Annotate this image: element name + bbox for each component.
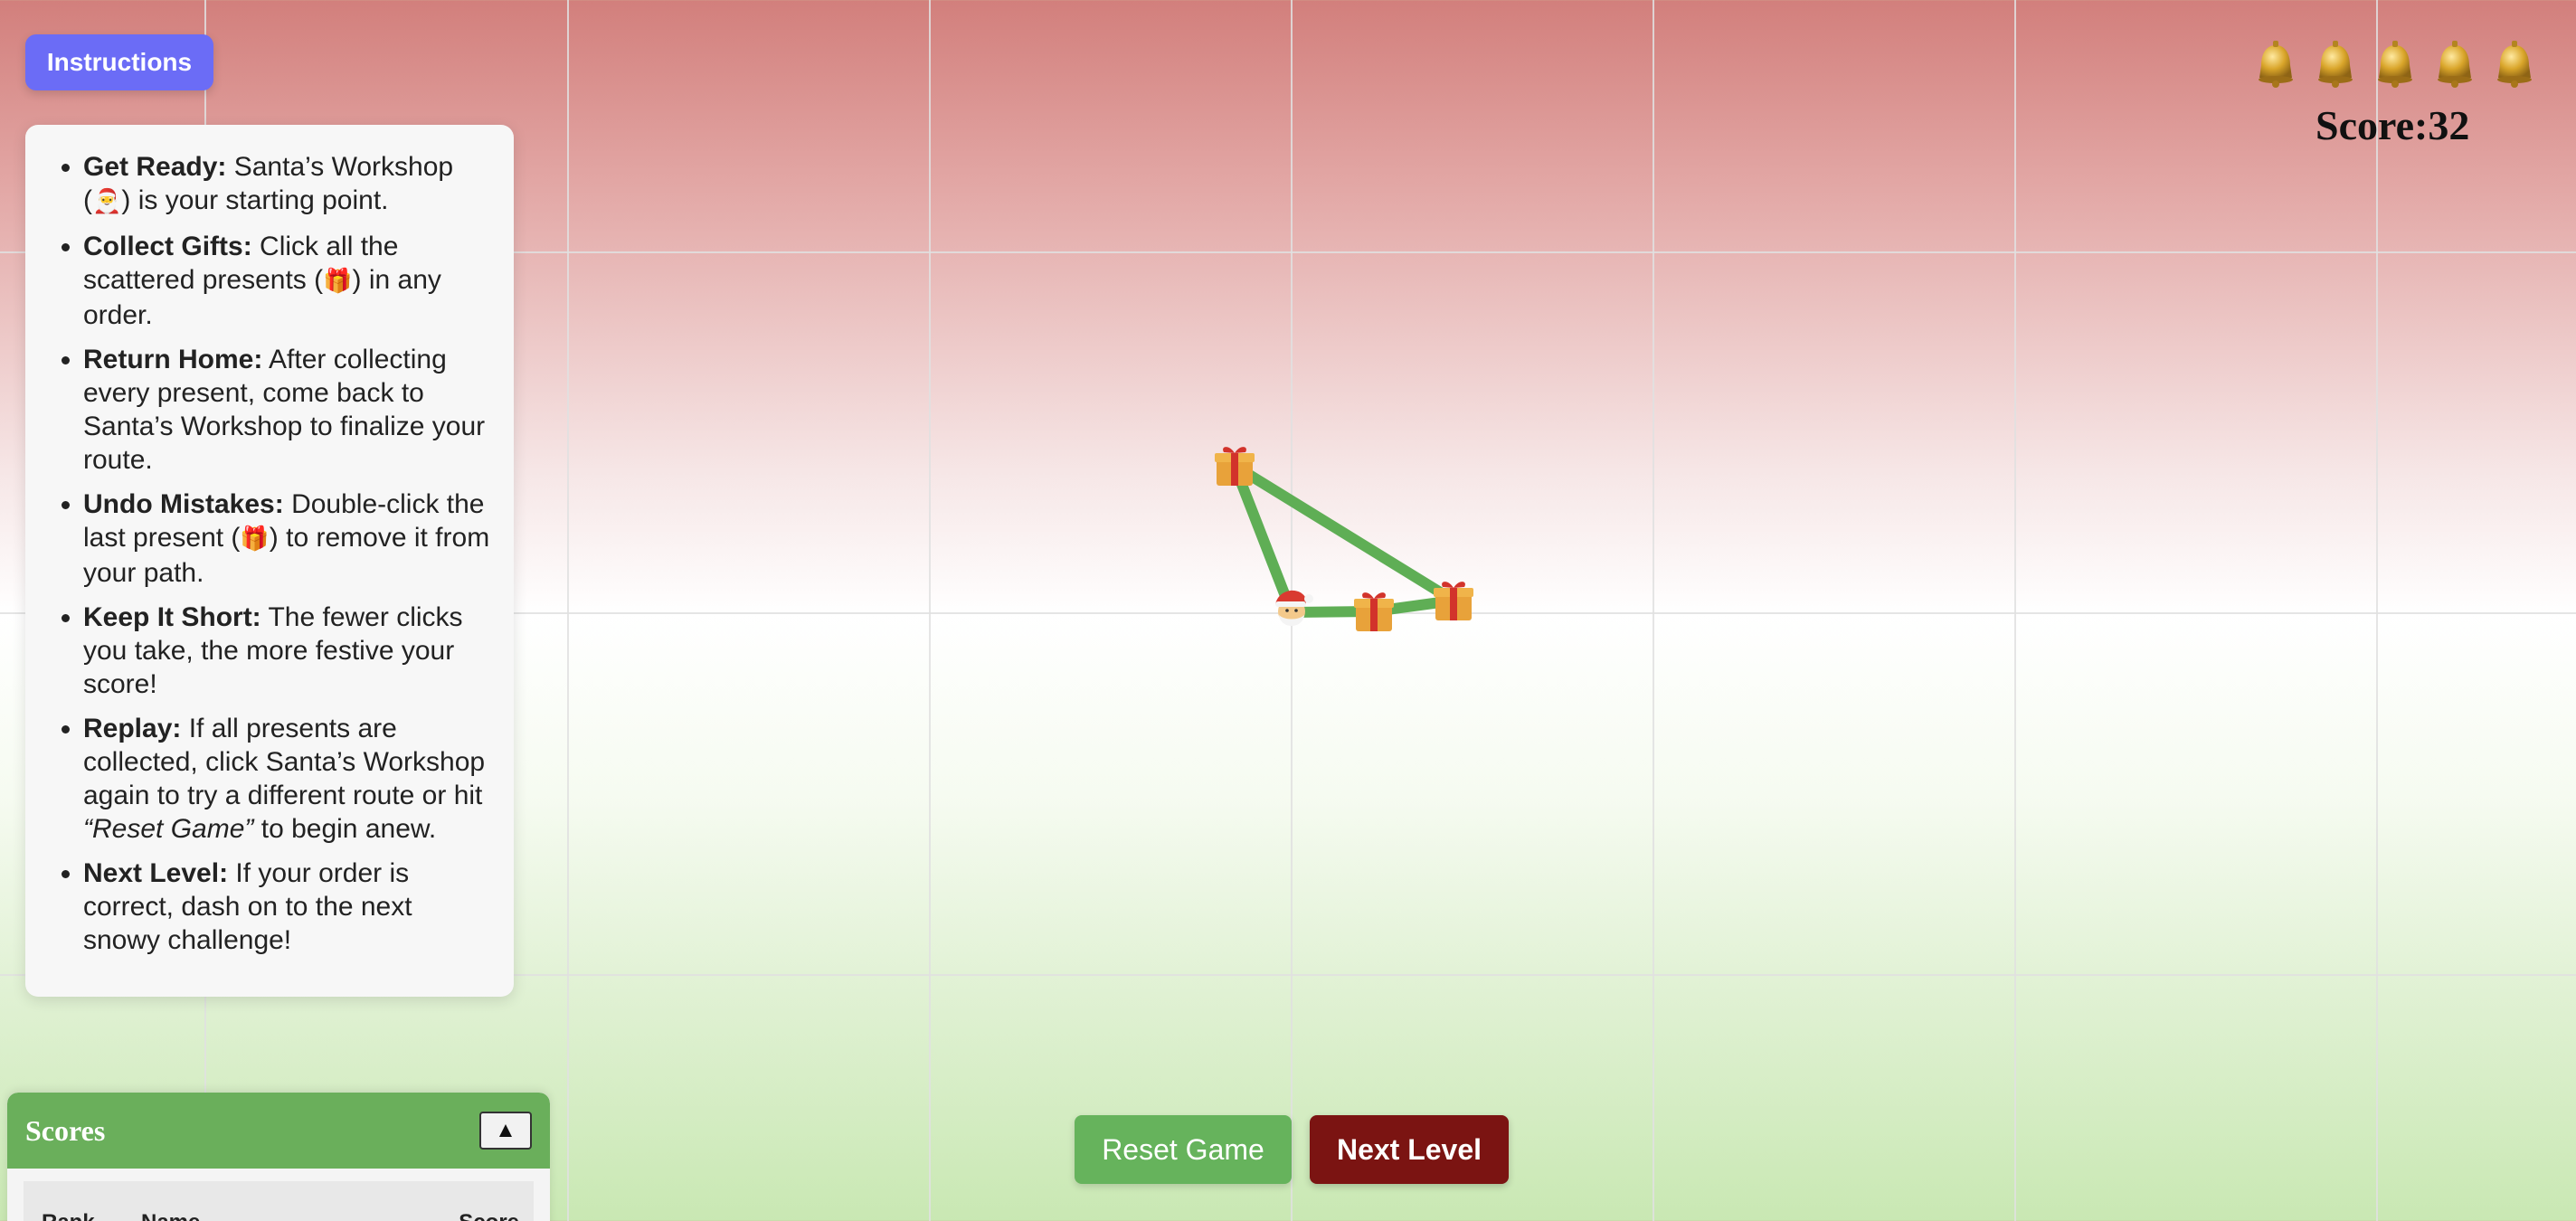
instruction-keep-it-short: Keep It Short: The fewer clicks you take… — [83, 601, 492, 701]
column-header-name: Name — [141, 1210, 447, 1221]
santa-icon: 🎅 — [92, 188, 122, 215]
score-label: Score: — [2316, 102, 2429, 148]
next-level-button[interactable]: Next Level — [1310, 1115, 1509, 1184]
bell-icon — [2438, 41, 2472, 88]
instruction-replay: Replay: If all presents are collected, c… — [83, 712, 492, 846]
bell-icon — [2497, 41, 2532, 88]
gift-icon[interactable] — [1209, 440, 1260, 491]
instruction-get-ready: Get Ready: Santa’s Workshop (🎅) is your … — [83, 150, 492, 219]
scores-table-header: Rank Name Score — [24, 1181, 534, 1221]
instruction-collect-gifts: Collect Gifts: Click all the scattered p… — [83, 230, 492, 332]
score-value: 32 — [2428, 102, 2470, 148]
game-controls: Reset Game Next Level — [1075, 1115, 1509, 1184]
gift-icon[interactable] — [1349, 586, 1399, 637]
instruction-undo-mistakes: Undo Mistakes: Double-click the last pre… — [83, 487, 492, 590]
santa-icon[interactable] — [1266, 582, 1317, 633]
instructions-button[interactable]: Instructions — [25, 34, 213, 90]
scores-toggle-button[interactable]: ▲ — [479, 1112, 532, 1150]
bell-icon — [2259, 41, 2293, 88]
instructions-list: Get Ready: Santa’s Workshop (🎅) is your … — [43, 150, 492, 957]
gift-icon: 🎁 — [240, 525, 270, 553]
scores-panel: Scores ▲ Rank Name Score — [7, 1093, 550, 1221]
gift-icon: 🎁 — [323, 268, 353, 295]
instructions-panel: Get Ready: Santa’s Workshop (🎅) is your … — [25, 125, 514, 997]
gift-icon[interactable] — [1428, 575, 1479, 626]
bells-rating — [2249, 38, 2542, 92]
bell-icon — [2378, 41, 2412, 88]
column-header-score: Score — [447, 1210, 519, 1221]
bell-icon — [2318, 41, 2353, 88]
column-header-rank: Rank — [42, 1210, 141, 1221]
reset-game-button[interactable]: Reset Game — [1075, 1115, 1292, 1184]
instruction-return-home: Return Home: After collecting every pres… — [83, 343, 492, 477]
scores-title: Scores — [25, 1113, 106, 1147]
score-display: Score: 32 — [2316, 101, 2469, 149]
scores-header: Scores ▲ — [7, 1093, 550, 1169]
instruction-next-level: Next Level: If your order is correct, da… — [83, 857, 492, 957]
path-segment — [1229, 460, 1459, 606]
